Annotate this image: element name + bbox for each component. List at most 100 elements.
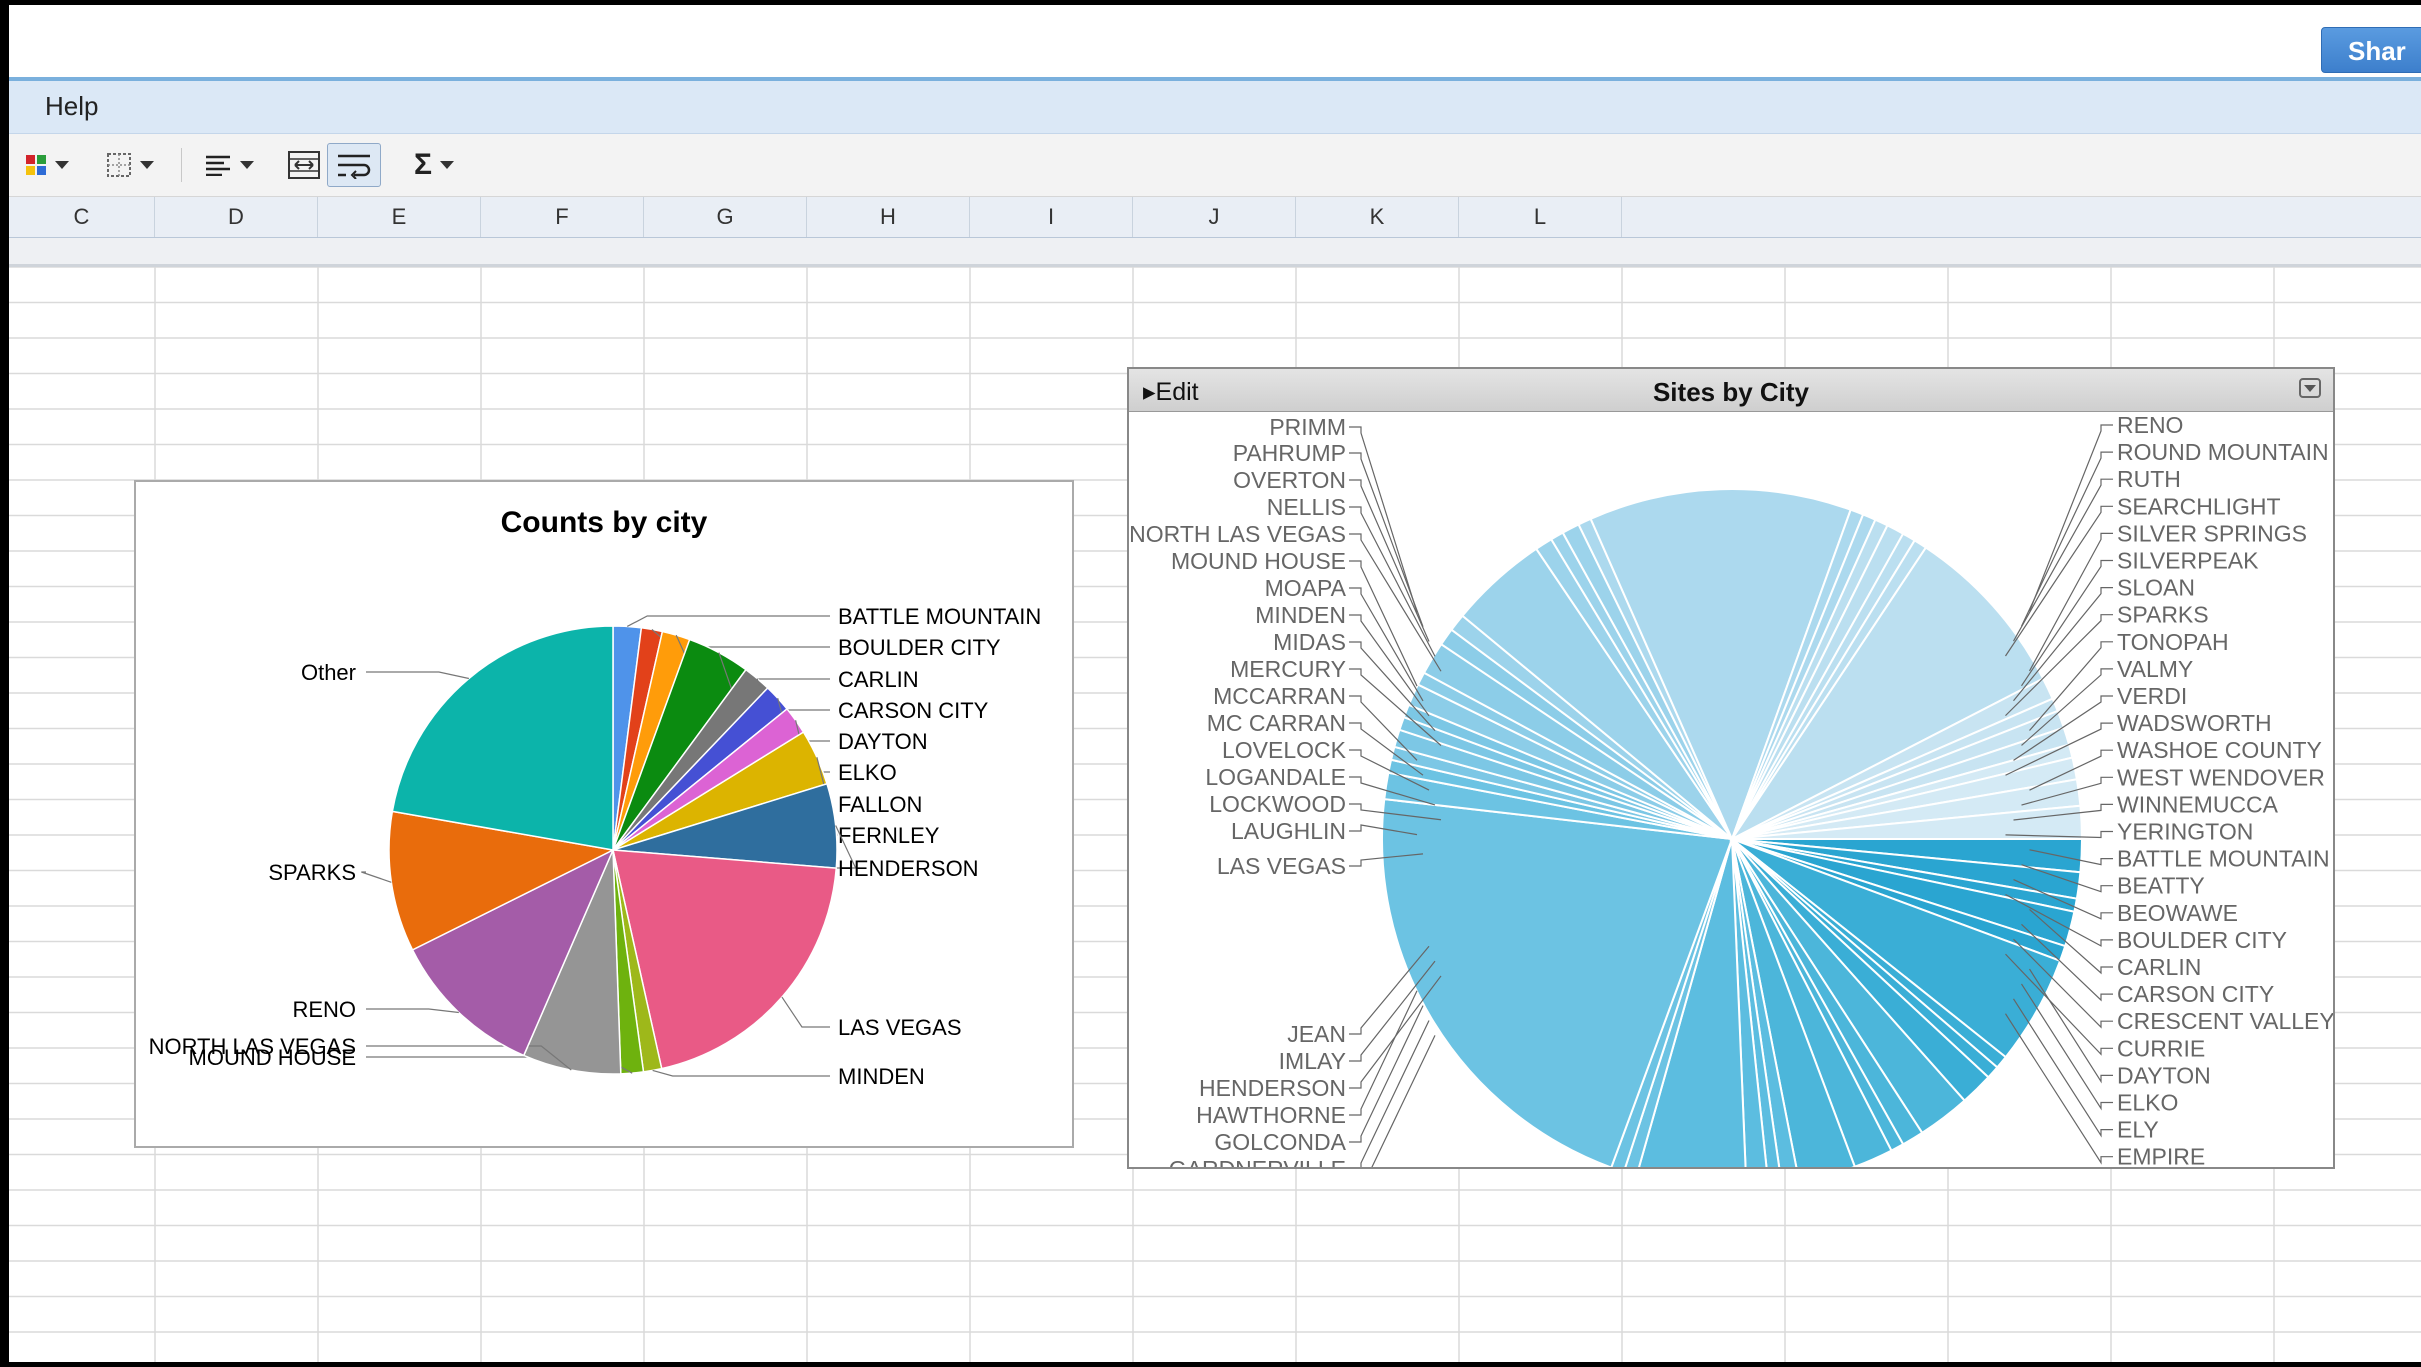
chevron-down-icon	[240, 161, 254, 169]
wrap-text-button[interactable]	[327, 143, 381, 187]
right-label-boulder-city: BOULDER CITY	[2117, 927, 2287, 953]
functions-button[interactable]: Σ	[399, 143, 469, 187]
leader-line	[652, 1069, 830, 1077]
right-label-tonopah: TONOPAH	[2117, 629, 2229, 655]
chevron-down-icon	[440, 161, 454, 169]
slice-label-fernley: FERNLEY	[838, 823, 940, 848]
left-label-logandale: LOGANDALE	[1205, 764, 1346, 790]
toolbar: Σ	[9, 134, 2421, 197]
left-label-lockwood: LOCKWOOD	[1209, 791, 1346, 817]
gadget-sites-by-city[interactable]: ▸Edit Sites by City PRIMM PAHRUMP OVERTON N…	[1127, 367, 2335, 1169]
right-label-beowawe: BEOWAWE	[2117, 900, 2238, 926]
leader-line	[361, 871, 392, 883]
borders-button[interactable]	[97, 143, 163, 187]
leader-line	[2012, 478, 2113, 642]
column-header-d[interactable]: D	[155, 197, 318, 237]
column-header-l[interactable]: L	[1459, 197, 1622, 237]
leader-line	[1349, 1005, 1424, 1143]
right-label-wadsworth: WADSWORTH	[2117, 710, 2272, 736]
slice-label-henderson: HENDERSON	[838, 856, 979, 881]
left-label-north-las-vegas: NORTH LAS VEGAS	[1129, 521, 1346, 547]
leader-line	[2020, 451, 2113, 627]
right-label-ruth: RUTH	[2117, 466, 2181, 492]
right-label-beatty: BEATTY	[2117, 873, 2205, 899]
leader-line	[2005, 505, 2113, 657]
left-label-minden: MINDEN	[1255, 602, 1346, 628]
menu-help[interactable]: Help	[45, 91, 98, 122]
left-label-imlay: IMLAY	[1279, 1048, 1346, 1074]
slice-label-boulder-city: BOULDER CITY	[838, 635, 1001, 660]
slice-label-other: Other	[301, 660, 356, 685]
right-label-silver-springs: SILVER SPRINGS	[2117, 520, 2307, 546]
right-label-carlin: CARLIN	[2117, 954, 2201, 980]
right-label-searchlight: SEARCHLIGHT	[2117, 493, 2281, 519]
right-label-currie: CURRIE	[2117, 1035, 2205, 1061]
right-label-dayton: DAYTON	[2117, 1062, 2211, 1088]
column-header-c[interactable]: C	[9, 197, 155, 237]
left-label-mccarran: MCCARRAN	[1213, 683, 1346, 709]
right-label-round-mountain: ROUND MOUNTAIN	[2117, 439, 2329, 465]
slice-label-north-las-vegas: NORTH LAS VEGAS	[149, 1034, 356, 1059]
left-label-gardnerville: GARDNERVILLE	[1169, 1156, 1346, 1167]
gadget-title: Sites by City	[1652, 377, 1810, 407]
merge-cells-icon	[288, 151, 320, 179]
column-header-g[interactable]: G	[644, 197, 807, 237]
right-label-reno: RENO	[2117, 412, 2183, 438]
right-label-west-wendover: WEST WENDOVER	[2117, 764, 2325, 790]
column-header-i[interactable]: I	[970, 197, 1133, 237]
slice-label-battle-mountain: BATTLE MOUNTAIN	[838, 604, 1041, 629]
gadget-menu-button[interactable]	[2299, 378, 2321, 398]
slice-label-reno: RENO	[292, 997, 356, 1022]
column-header-e[interactable]: E	[318, 197, 481, 237]
left-label-overton: OVERTON	[1233, 467, 1346, 493]
right-label-sloan: SLOAN	[2117, 575, 2195, 601]
slice-label-fallon: FALLON	[838, 792, 922, 817]
chart-title: Counts by city	[501, 506, 708, 539]
left-label-golconda: GOLCONDA	[1214, 1129, 1346, 1155]
borders-icon	[107, 153, 131, 177]
slice-label-minden: MINDEN	[838, 1064, 925, 1089]
column-header-j[interactable]: J	[1133, 197, 1296, 237]
left-label-laughlin: LAUGHLIN	[1231, 818, 1346, 844]
left-label-mc-carran: MC CARRAN	[1207, 710, 1346, 736]
align-button[interactable]	[193, 143, 265, 187]
frozen-row	[9, 238, 2421, 267]
leader-line	[1371, 1035, 1436, 1167]
menu-bar: Help	[9, 81, 2421, 134]
cell-color-button[interactable]	[17, 143, 77, 187]
slice-label-carlin: CARLIN	[838, 667, 919, 692]
left-label-primm: PRIMM	[1269, 414, 1346, 440]
slice-label-sparks: SPARKS	[268, 860, 356, 885]
right-label-valmy: VALMY	[2117, 656, 2193, 682]
wrap-text-icon	[338, 154, 371, 179]
right-label-verdi: VERDI	[2117, 683, 2187, 709]
right-label-winnemucca: WINNEMUCCA	[2117, 791, 2279, 817]
color-grid-icon	[26, 155, 46, 175]
slice-label-elko: ELKO	[838, 760, 897, 785]
column-header-h[interactable]: H	[807, 197, 970, 237]
chart-counts-by-city[interactable]: Counts by city BATTLE MOUNTAIN BOULDER CI…	[134, 480, 1074, 1148]
column-headers: C D E F G H I J K L	[9, 197, 2421, 238]
right-label-elko: ELKO	[2117, 1090, 2178, 1116]
left-label-pahrump: PAHRUMP	[1233, 440, 1346, 466]
column-header-f[interactable]: F	[481, 197, 644, 237]
right-label-sparks: SPARKS	[2117, 602, 2209, 628]
right-label-battle-mountain: BATTLE MOUNTAIN	[2117, 846, 2330, 872]
left-label-henderson: HENDERSON	[1199, 1075, 1346, 1101]
left-label-midas: MIDAS	[1273, 629, 1346, 655]
pie-slice-other	[391, 625, 614, 851]
leader-line	[1349, 587, 1424, 702]
right-label-silverpeak: SILVERPEAK	[2117, 548, 2259, 574]
merge-cells-button[interactable]	[281, 143, 327, 187]
chevron-down-icon	[140, 161, 154, 169]
right-label-crescent-valley: CRESCENT VALLEY	[2117, 1008, 2333, 1034]
left-label-moapa: MOAPA	[1265, 575, 1347, 601]
gadget-header: ▸Edit Sites by City	[1129, 369, 2333, 412]
leader-line	[366, 1008, 459, 1014]
left-label-lovelock: LOVELOCK	[1222, 737, 1347, 763]
column-header-k[interactable]: K	[1296, 197, 1459, 237]
slice-label-las-vegas: LAS VEGAS	[838, 1015, 962, 1040]
pie-chart-counts: Counts by city BATTLE MOUNTAIN BOULDER CI…	[149, 506, 1042, 1089]
share-button[interactable]: Shar	[2321, 27, 2421, 73]
leader-line	[1349, 452, 1424, 627]
